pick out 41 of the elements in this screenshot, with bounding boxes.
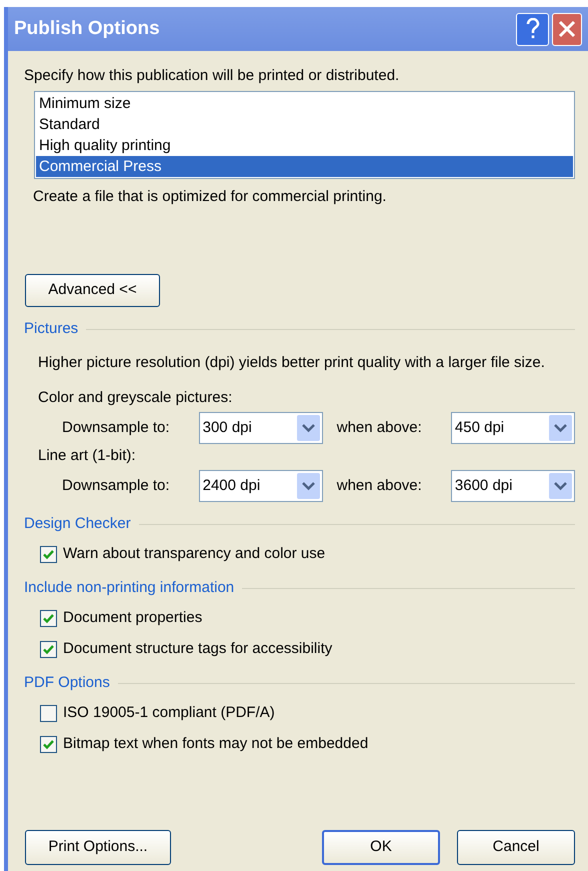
window-title: Publish Options	[14, 16, 161, 41]
checkbox[interactable]	[40, 546, 57, 563]
help-button[interactable]	[516, 12, 549, 46]
dropdown[interactable]: 450 dpi	[450, 412, 576, 444]
preset-list[interactable]: Minimum size Standard High quality printing Commercial Press	[34, 91, 575, 179]
checkbox-label[interactable]: Document structure tags for accessibility	[63, 638, 332, 661]
checkbox[interactable]	[40, 641, 57, 658]
checkbox-label[interactable]: Bitmap text when fonts may not be embedded	[63, 733, 368, 756]
preset-description: Create a file that is optimized for commercial printing.	[33, 188, 388, 206]
list-item[interactable]: Commercial Press	[36, 156, 573, 177]
section-heading: Design Checker	[24, 514, 131, 534]
close-button[interactable]	[552, 12, 582, 46]
dropdown[interactable]: 3600 dpi	[450, 470, 576, 502]
description-text: Higher picture resolution (dpi) yields better print quality with a larger file size.	[38, 353, 546, 373]
checkbox-label[interactable]: ISO 19005-1 compliant (PDF/A)	[63, 702, 275, 725]
cancel-button[interactable]: Cancel	[457, 830, 575, 865]
checkbox-label[interactable]: Warn about transparency and color use	[63, 543, 326, 566]
checkbox[interactable]	[40, 736, 57, 753]
help-icon	[524, 18, 540, 40]
close-icon	[558, 20, 576, 38]
group-label: Line art (1-bit):	[38, 446, 137, 466]
checkbox-label[interactable]: Document properties	[63, 607, 202, 630]
field-label: Downsample to:	[62, 476, 171, 496]
print-options-button[interactable]: Print Options...	[25, 830, 171, 865]
list-item[interactable]: Standard	[36, 114, 573, 135]
group-label: Color and greyscale pictures:	[38, 388, 234, 408]
section-heading: Pictures	[24, 318, 78, 339]
section-heading: Include non-printing information	[24, 578, 234, 598]
instruction-text: Specify how this publication will be printed or distributed.	[24, 67, 400, 85]
section-heading: PDF Options	[24, 672, 110, 693]
checkbox[interactable]	[40, 610, 57, 627]
dropdown[interactable]: 2400 dpi	[198, 470, 323, 502]
list-item[interactable]: High quality printing	[36, 135, 573, 156]
advanced-button[interactable]: Advanced <<	[25, 274, 160, 307]
checkbox[interactable]	[40, 705, 57, 722]
list-item[interactable]: Minimum size	[36, 93, 573, 114]
ok-button[interactable]: OK	[322, 830, 440, 865]
field-label: when above:	[336, 418, 423, 438]
field-label: when above:	[336, 476, 423, 496]
field-label: Downsample to:	[62, 418, 171, 438]
dropdown[interactable]: 300 dpi	[198, 412, 323, 444]
